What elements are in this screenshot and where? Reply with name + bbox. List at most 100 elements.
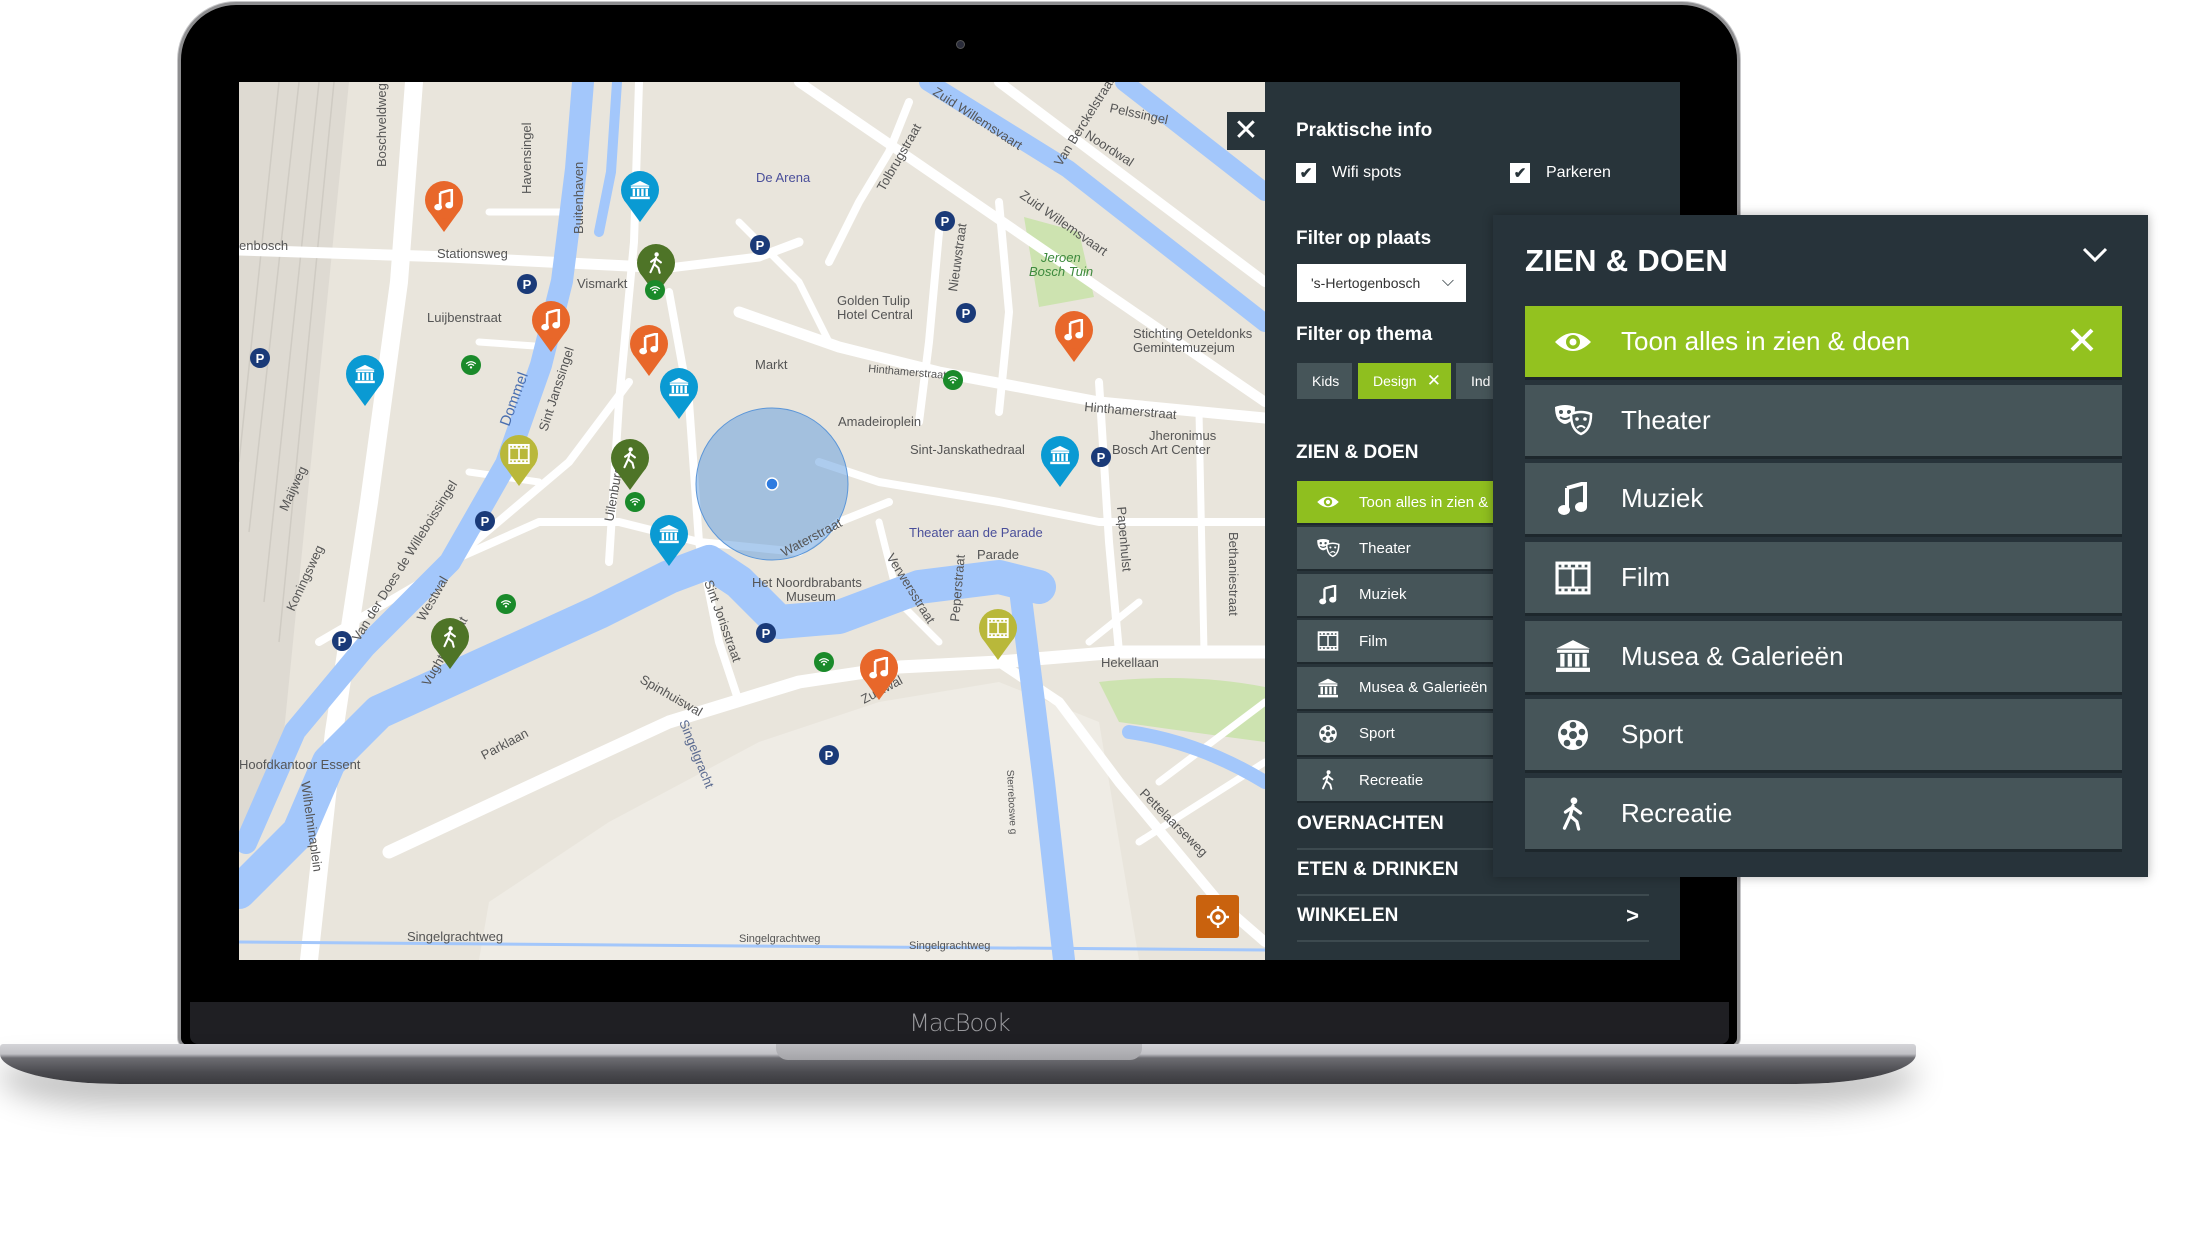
locate-me-button[interactable] (1196, 895, 1239, 938)
section-heading-zien-doen: ZIEN & DOEN (1296, 442, 1419, 463)
item-label: Film (1359, 632, 1388, 650)
current-location-dot (765, 477, 779, 491)
item-label: Toon alles in zien & doen (1621, 326, 1911, 356)
item-label: Theater (1621, 404, 1711, 435)
section-heading-praktische-info: Praktische info (1296, 120, 1433, 141)
svg-text:P: P (523, 277, 532, 292)
soccer-ball-icon (1525, 718, 1621, 752)
map-label: De Arena (756, 170, 811, 185)
map-label: Jeroen (1040, 250, 1081, 265)
svg-text:P: P (481, 514, 490, 529)
category-item-sport[interactable]: Sport (1525, 699, 2122, 771)
map-label: Stationsweg (437, 246, 508, 261)
map-label: Singelgrachtweg (909, 940, 990, 952)
category-item-toon-alles-in-zien-doen[interactable]: Toon alles in zien & doen (1525, 306, 2122, 377)
film-icon (1525, 561, 1621, 595)
crosshair-icon (1206, 905, 1229, 928)
laptop-base (0, 1044, 1916, 1084)
item-label: Musea & Galerieën (1359, 679, 1488, 697)
wifi-spot-marker[interactable] (461, 355, 481, 375)
parking-marker[interactable]: P (250, 348, 270, 368)
item-label: Sport (1359, 725, 1395, 743)
map-label: Stichting Oeteldonks (1133, 326, 1253, 341)
map-label: Museum (786, 589, 836, 604)
eye-icon (1525, 325, 1621, 359)
plaats-select[interactable]: 's-Hertogenbosch ⌵ (1297, 264, 1466, 302)
music-note-icon (1525, 482, 1621, 516)
walking-icon (1525, 797, 1621, 831)
map-label: Gemintemuzejum (1133, 340, 1235, 355)
category-item-muziek[interactable]: Muziek (1525, 463, 2122, 535)
category-item-musea-galerie-n[interactable]: Musea & Galerieën (1525, 620, 2122, 692)
camera-icon (956, 40, 965, 49)
museum-icon (1297, 678, 1359, 698)
map-label: Jheronimus (1149, 428, 1217, 443)
map-label: Sint-Janskathedraal (910, 442, 1025, 457)
section-label: OVERNACHTEN (1297, 813, 1444, 834)
close-icon: ✕ (1233, 114, 1259, 147)
wifi-spot-marker[interactable] (625, 492, 645, 512)
checkbox-wifi-spots[interactable]: ✔ Wifi spots (1296, 163, 1401, 183)
tag-label: Kids (1312, 373, 1340, 389)
tag-design[interactable]: Design ✕ (1358, 363, 1451, 399)
item-label: Muziek (1359, 586, 1407, 604)
map-label: enbosch (239, 238, 288, 253)
section-label: WINKELEN (1297, 905, 1399, 926)
svg-text:P: P (941, 214, 950, 229)
svg-text:P: P (1097, 450, 1106, 465)
tag-kids[interactable]: Kids (1297, 363, 1352, 399)
map-label: Bosch Tuin (1029, 264, 1093, 279)
wifi-spot-marker[interactable] (814, 652, 834, 672)
map-label: Boschveldweg (374, 83, 389, 167)
map-label: Hekellaan (1101, 655, 1159, 670)
svg-text:P: P (338, 634, 347, 649)
item-label: Theater (1359, 539, 1411, 557)
wifi-spot-marker[interactable] (645, 280, 665, 300)
theater-masks-icon (1525, 403, 1621, 437)
checkbox-parkeren[interactable]: ✔ Parkeren (1510, 163, 1611, 183)
map-label: Bethaniestraat (1226, 532, 1241, 616)
parking-marker[interactable]: P (756, 623, 776, 643)
map-label: Luijbenstraat (427, 310, 502, 325)
map-label: Golden Tulip (837, 293, 910, 308)
parking-marker[interactable]: P (819, 745, 839, 765)
close-icon[interactable] (2064, 322, 2100, 365)
parking-marker[interactable]: P (935, 211, 955, 231)
parking-marker[interactable]: P (956, 303, 976, 323)
item-label: Recreatie (1621, 798, 1733, 829)
map[interactable]: Stationsweg Luijbenstraat Vismarkt De Ar… (239, 82, 1265, 960)
item-label: Recreatie (1359, 771, 1424, 789)
laptop-brand-label: MacBook (190, 1002, 1729, 1044)
item-label: Muziek (1621, 483, 1704, 514)
wifi-spot-marker[interactable] (943, 370, 963, 390)
svg-text:P: P (256, 351, 265, 366)
close-map-button[interactable]: ✕ (1227, 112, 1265, 150)
category-item-theater[interactable]: Theater (1525, 384, 2122, 456)
wifi-spot-marker[interactable] (496, 594, 516, 614)
map-label: Bosch Art Center (1112, 442, 1211, 457)
map-label: Het Noordbrabants (752, 575, 862, 590)
section-heading-filter-thema: Filter op thema (1296, 324, 1433, 345)
parking-marker[interactable]: P (1091, 447, 1111, 467)
parking-marker[interactable]: P (750, 235, 770, 255)
zien-doen-dropdown-panel: ZIEN & DOEN Toon alles in zien & doen The… (1493, 215, 2148, 877)
close-icon[interactable]: ✕ (1427, 363, 1441, 399)
panel-title: ZIEN & DOEN (1525, 243, 1729, 278)
svg-text:P: P (756, 238, 765, 253)
parking-marker[interactable]: P (332, 631, 352, 651)
section-winkelen[interactable]: WINKELEN > (1297, 896, 1649, 942)
eye-icon (1297, 492, 1359, 512)
category-list: Toon alles in zien & doen Theater Muziek Fi… (1525, 306, 2122, 857)
laptop-hinge-notch (776, 1044, 1142, 1060)
chevron-down-icon[interactable] (2082, 247, 2108, 268)
map-label: Hoofdkantoor Essent (239, 757, 361, 772)
item-label: Sport (1621, 719, 1684, 750)
category-item-recreatie[interactable]: Recreatie (1525, 778, 2122, 850)
svg-text:P: P (762, 626, 771, 641)
map-label: Hotel Central (837, 307, 913, 322)
parking-marker[interactable]: P (517, 274, 537, 294)
checkbox-label: Parkeren (1546, 164, 1611, 181)
film-icon (1297, 631, 1359, 651)
category-item-film[interactable]: Film (1525, 542, 2122, 614)
parking-marker[interactable]: P (475, 511, 495, 531)
